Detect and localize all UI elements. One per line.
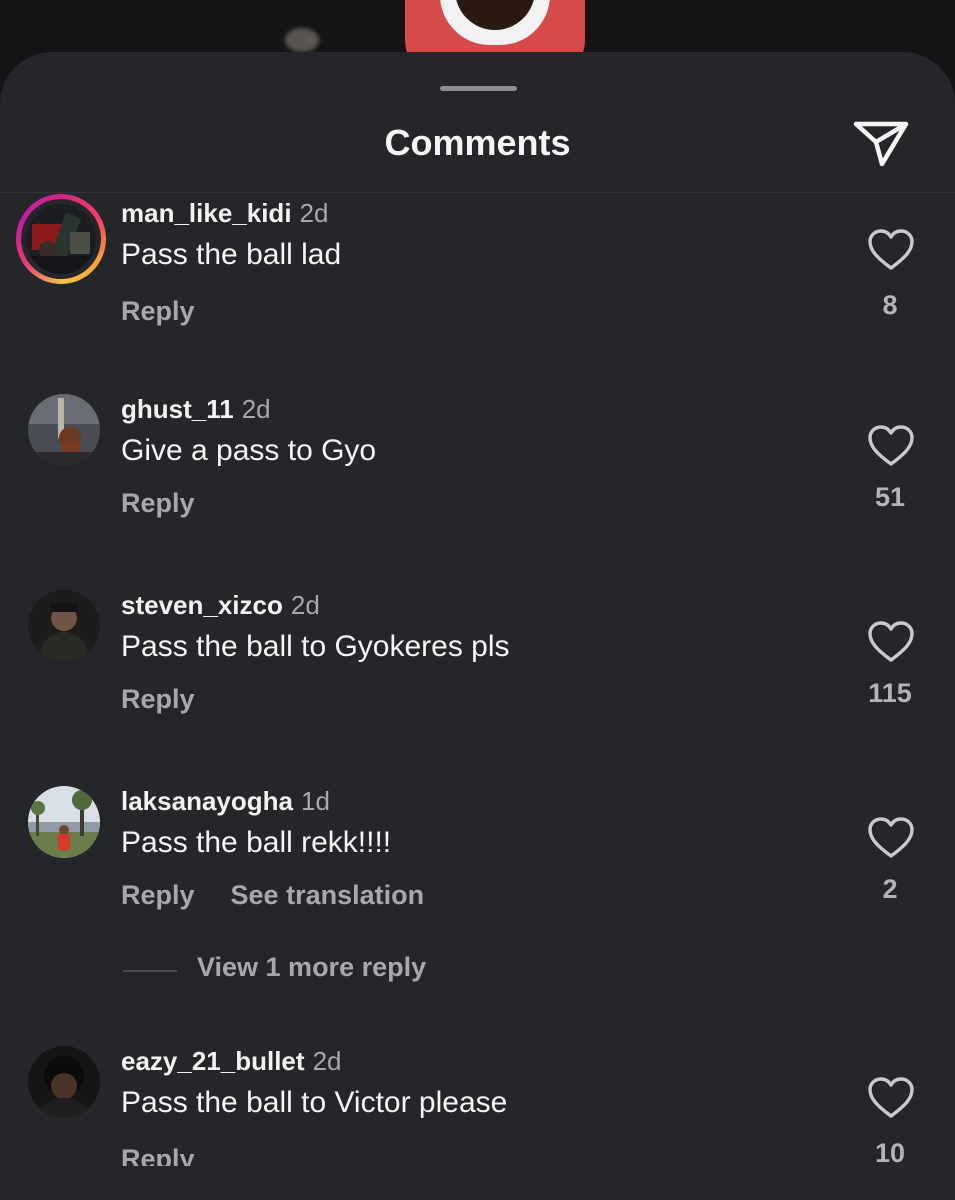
avatar-image xyxy=(28,786,100,858)
heart-icon xyxy=(868,621,914,662)
reply-button[interactable]: Reply xyxy=(121,488,195,518)
see-translation-button[interactable]: See translation xyxy=(231,880,425,910)
like-button[interactable] xyxy=(866,1076,916,1120)
like-count: 2 xyxy=(882,874,898,904)
comments-sheet: Comments man_like_kidi 2d Pass the ball … xyxy=(0,52,955,1200)
avatar[interactable] xyxy=(28,1046,100,1118)
like-button[interactable] xyxy=(866,816,916,860)
comment-username[interactable]: steven_xizco xyxy=(121,590,283,620)
avatar-image xyxy=(28,1046,100,1118)
comment-actions: Reply See translation xyxy=(121,880,424,911)
reply-button[interactable]: Reply xyxy=(121,684,195,714)
comment-text: Pass the ball rekk!!!! xyxy=(121,826,392,859)
heart-icon xyxy=(868,229,914,270)
comment-actions: Reply xyxy=(121,684,195,715)
comment-text: Pass the ball to Victor please xyxy=(121,1086,508,1119)
avatar[interactable] xyxy=(16,194,106,284)
comment-meta: steven_xizco 2d xyxy=(121,590,320,621)
comment-meta: eazy_21_bullet 2d xyxy=(121,1046,341,1077)
comment-meta: ghust_11 2d xyxy=(121,394,271,425)
comment-text: Give a pass to Gyo xyxy=(121,434,377,467)
avatar-image xyxy=(28,394,100,466)
comment-text: Pass the ball lad xyxy=(121,238,342,271)
comment-meta: man_like_kidi 2d xyxy=(121,198,328,229)
replies-divider-line xyxy=(123,970,177,972)
heart-icon xyxy=(868,425,914,466)
comment-text: Pass the ball to Gyokeres pls xyxy=(121,630,510,663)
like-button[interactable] xyxy=(866,620,916,664)
comment-age: 2d xyxy=(241,394,271,424)
comment-username[interactable]: eazy_21_bullet xyxy=(121,1046,305,1076)
comment-age: 2d xyxy=(290,590,320,620)
avatar[interactable] xyxy=(28,590,100,662)
drag-handle[interactable] xyxy=(440,86,517,91)
like-count: 51 xyxy=(874,482,906,512)
like-count: 8 xyxy=(882,290,898,320)
ball-blur xyxy=(285,28,319,52)
header-divider xyxy=(0,192,955,193)
paper-plane-icon xyxy=(853,121,909,167)
like-count: 115 xyxy=(868,678,912,708)
comment-username[interactable]: laksanayogha xyxy=(121,786,293,816)
like-count: 10 xyxy=(874,1138,906,1168)
comment-meta: laksanayogha 1d xyxy=(121,786,330,817)
reply-button[interactable]: Reply xyxy=(121,296,195,326)
heart-icon xyxy=(868,1077,914,1118)
composer-area-edge xyxy=(0,1166,955,1200)
avatar-image xyxy=(28,590,100,662)
like-button[interactable] xyxy=(866,424,916,468)
comment-username[interactable]: man_like_kidi xyxy=(121,198,292,228)
like-button[interactable] xyxy=(866,228,916,272)
comment-age: 1d xyxy=(300,786,330,816)
heart-icon xyxy=(868,817,914,858)
avatar[interactable] xyxy=(28,394,100,466)
view-replies-button[interactable]: View 1 more reply xyxy=(197,952,426,983)
avatar-image xyxy=(26,204,96,274)
reply-button[interactable]: Reply xyxy=(121,880,195,910)
avatar[interactable] xyxy=(28,786,100,858)
share-button[interactable] xyxy=(852,118,910,168)
sheet-title: Comments xyxy=(384,122,571,163)
comment-actions: Reply xyxy=(121,296,195,327)
comment-actions: Reply xyxy=(121,488,195,519)
comment-age: 2d xyxy=(312,1046,342,1076)
comment-age: 2d xyxy=(299,198,329,228)
comment-username[interactable]: ghust_11 xyxy=(121,394,234,424)
